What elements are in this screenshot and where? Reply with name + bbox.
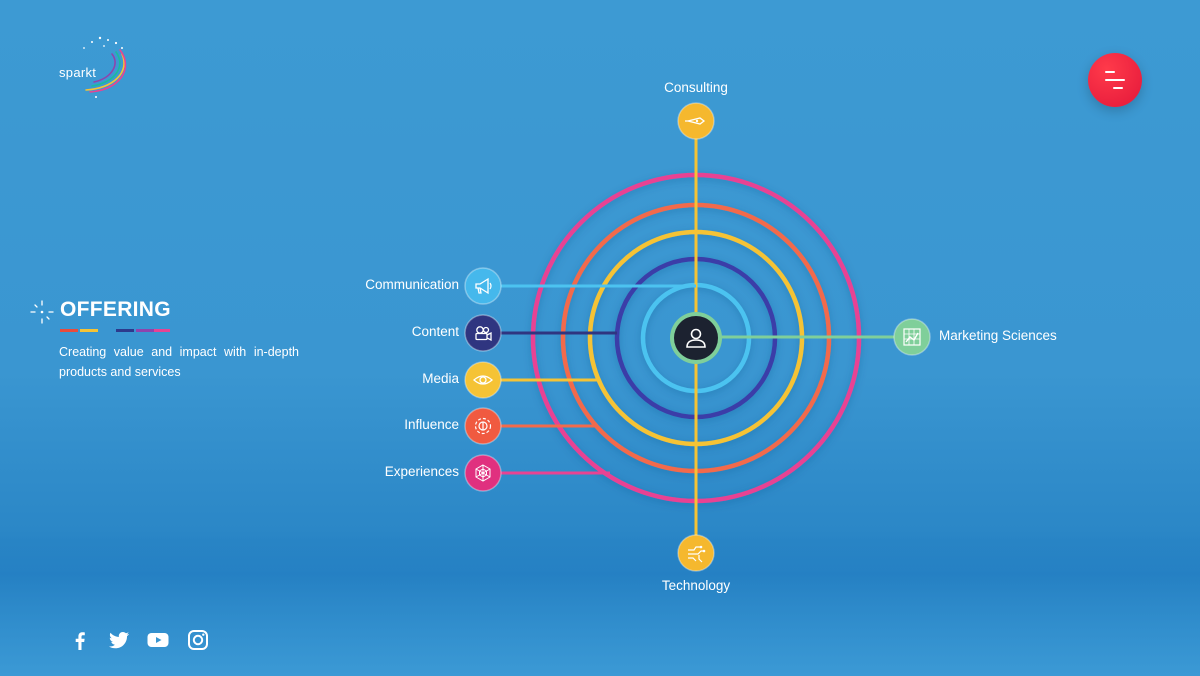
twitter-icon[interactable] [107, 628, 131, 652]
experiences-label[interactable]: Experiences [385, 464, 459, 479]
facebook-icon[interactable] [68, 628, 92, 652]
technology-node[interactable] [677, 534, 715, 572]
youtube-icon[interactable] [146, 628, 170, 652]
consulting-node[interactable] [677, 102, 715, 140]
content-node[interactable] [464, 314, 502, 352]
influence-label[interactable]: Influence [404, 417, 459, 432]
marketing-sciences-node[interactable] [893, 318, 931, 356]
content-label[interactable]: Content [412, 324, 459, 339]
consulting-label[interactable]: Consulting [636, 80, 756, 95]
marketing-sciences-label[interactable]: Marketing Sciences [939, 328, 1057, 343]
center-user-node[interactable] [670, 312, 722, 364]
media-label[interactable]: Media [422, 371, 459, 386]
communication-label[interactable]: Communication [365, 277, 459, 292]
influence-node[interactable] [464, 407, 502, 445]
instagram-icon[interactable] [186, 628, 210, 652]
technology-label[interactable]: Technology [636, 578, 756, 593]
media-node[interactable] [464, 361, 502, 399]
experiences-node[interactable] [464, 454, 502, 492]
communication-node[interactable] [464, 267, 502, 305]
